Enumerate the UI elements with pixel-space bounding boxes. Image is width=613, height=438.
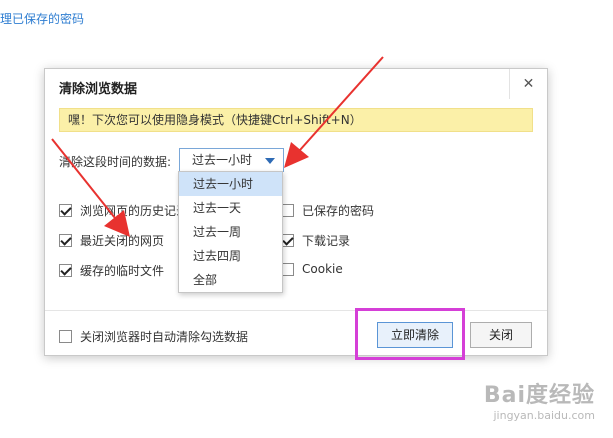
checkbox-history[interactable]: 浏览网页的历史记录: [59, 202, 188, 219]
checkbox-cache[interactable]: 缓存的临时文件: [59, 262, 164, 279]
checkbox-box[interactable]: [59, 234, 72, 247]
checkbox-box[interactable]: [59, 264, 72, 277]
incognito-tip-banner: 嘿！下次您可以使用隐身模式（快捷键Ctrl+Shift+N）: [59, 108, 533, 132]
close-button[interactable]: 关闭: [470, 322, 532, 348]
checkbox-box[interactable]: [59, 330, 72, 343]
watermark-url: jingyan.baidu.com: [493, 409, 595, 422]
time-range-label: 清除这段时间的数据:: [59, 155, 172, 169]
manage-passwords-link[interactable]: 理已保存的密码: [0, 10, 84, 27]
watermark-logo: Bai度经验: [483, 383, 595, 408]
time-range-select[interactable]: 过去一小时: [179, 148, 284, 172]
checkbox-downloads[interactable]: 下载记录: [281, 232, 350, 249]
checkbox-cookie[interactable]: Cookie: [281, 262, 343, 276]
dropdown-option[interactable]: 过去四周: [179, 244, 282, 268]
clear-browsing-data-dialog: 清除浏览数据 ✕ 嘿！下次您可以使用隐身模式（快捷键Ctrl+Shift+N） …: [44, 68, 548, 356]
chevron-down-icon: [265, 158, 275, 164]
footer-divider: [45, 310, 547, 311]
checkbox-recently-closed[interactable]: 最近关闭的网页: [59, 232, 164, 249]
checkbox-box[interactable]: [59, 204, 72, 217]
dialog-title: 清除浏览数据: [59, 82, 138, 97]
time-range-dropdown-menu: 过去一小时 过去一天 过去一周 过去四周 全部: [178, 171, 283, 293]
dialog-close-button[interactable]: ✕: [509, 69, 547, 99]
time-range-selected-value: 过去一小时: [192, 153, 253, 167]
checkbox-label: 缓存的临时文件: [80, 264, 165, 278]
checkbox-auto-clear[interactable]: 关闭浏览器时自动清除勾选数据: [59, 328, 248, 345]
checkbox-label: 关闭浏览器时自动清除勾选数据: [80, 330, 249, 344]
checkbox-saved-passwords[interactable]: 已保存的密码: [281, 202, 374, 219]
dropdown-option[interactable]: 过去一天: [179, 196, 282, 220]
checkbox-label: Cookie: [302, 262, 343, 276]
checkbox-label: 下载记录: [302, 234, 351, 248]
close-icon: ✕: [522, 76, 535, 92]
baidu-jingyan-watermark: Bai度经验 jingyan.baidu.com: [484, 377, 595, 422]
dropdown-option[interactable]: 过去一周: [179, 220, 282, 244]
checkbox-label: 已保存的密码: [302, 204, 375, 218]
clear-button-highlight: [355, 308, 465, 360]
checkbox-label: 浏览网页的历史记录: [80, 204, 189, 218]
checkbox-label: 最近关闭的网页: [80, 234, 165, 248]
dropdown-option[interactable]: 全部: [179, 268, 282, 292]
dropdown-option[interactable]: 过去一小时: [179, 172, 282, 196]
